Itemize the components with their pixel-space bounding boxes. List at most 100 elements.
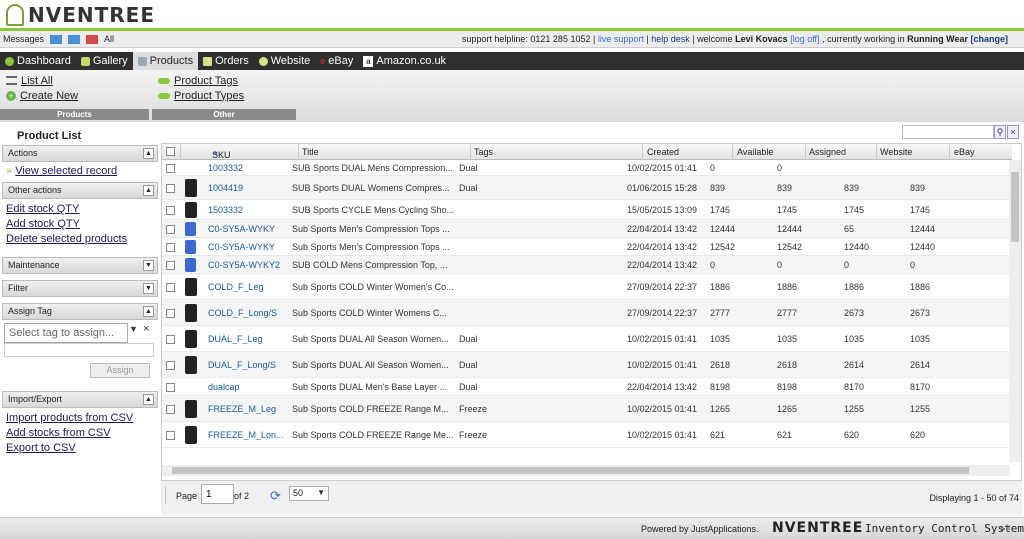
column-available[interactable]: Available — [737, 147, 773, 157]
collapse-icon[interactable]: ▲ — [143, 394, 154, 405]
sku-link[interactable]: C0-SY5A-WYKY2 — [208, 260, 290, 270]
product-types-link[interactable]: Product Types — [158, 88, 290, 103]
row-checkbox[interactable] — [166, 261, 175, 270]
row-checkbox[interactable] — [166, 309, 175, 318]
page-input[interactable] — [201, 484, 234, 504]
add-stock-link[interactable]: Add stock QTY — [6, 217, 154, 232]
sku-link[interactable]: DUAL_F_Long/S — [208, 360, 290, 370]
tab-orders[interactable]: Orders — [198, 52, 254, 70]
actions-header[interactable]: Actions ▲ — [2, 145, 158, 162]
delete-products-link[interactable]: Delete selected products — [6, 232, 154, 247]
create-new-link[interactable]: + Create New — [6, 88, 143, 103]
column-ebay[interactable]: eBay — [954, 147, 975, 157]
table-row[interactable]: C0-SY5A-WYKY Sub Sports Men's Compression… — [162, 220, 1012, 238]
vertical-scrollbar[interactable] — [1009, 160, 1021, 462]
tag-select[interactable]: Select tag to assign... — [4, 323, 128, 343]
table-row[interactable]: COLD_F_Leg Sub Sports COLD Winter Women's… — [162, 274, 1012, 300]
sku-link[interactable]: COLD_F_Leg — [208, 282, 290, 292]
import-csv-link[interactable]: Import products from CSV — [6, 411, 154, 426]
table-row[interactable]: 1003332 SUB Sports DUAL Mens Compression.… — [162, 160, 1012, 176]
table-row[interactable]: FREEZE_M_Leg Sub Sports COLD FREEZE Range… — [162, 396, 1012, 422]
table-row[interactable]: 1503332 SUB Sports CYCLE Mens Cycling Sho… — [162, 200, 1012, 220]
view-selected-link[interactable]: View selected record — [15, 165, 117, 177]
row-checkbox[interactable] — [166, 431, 175, 440]
table-row[interactable]: DUAL_F_Long/S Sub Sports DUAL All Season … — [162, 352, 1012, 378]
tab-gallery[interactable]: Gallery — [76, 52, 133, 70]
sku-link[interactable]: 1503332 — [208, 205, 290, 215]
table-row[interactable]: COLD_F_Long/S Sub Sports COLD Winter Wome… — [162, 300, 1012, 326]
messages-all-link[interactable]: All — [104, 31, 114, 48]
alert-icon[interactable] — [86, 35, 99, 44]
row-checkbox[interactable] — [166, 383, 175, 392]
live-support-link[interactable]: live support — [598, 34, 644, 44]
horizontal-scrollbar[interactable] — [162, 465, 1010, 476]
tab-website[interactable]: Website — [254, 52, 316, 70]
row-checkbox[interactable] — [166, 405, 175, 414]
assign-tag-header[interactable]: Assign Tag ▲ — [2, 303, 158, 320]
search-icon[interactable]: ⚲ — [994, 125, 1006, 139]
maintenance-header[interactable]: Maintenance ▼ — [2, 257, 158, 274]
welcome-text: | welcome — [692, 34, 733, 44]
sku-link[interactable]: C0-SY5A-WYKY — [208, 242, 290, 252]
import-export-header[interactable]: Import/Export ▲ — [2, 391, 158, 408]
tab-products[interactable]: Products — [132, 52, 199, 70]
sku-link[interactable]: 1003332 — [208, 163, 290, 173]
column-assigned[interactable]: Assigned — [809, 147, 846, 157]
other-actions-header[interactable]: Other actions ▲ — [2, 182, 158, 199]
search-input[interactable] — [902, 125, 994, 139]
row-checkbox[interactable] — [166, 164, 175, 173]
page-size-select[interactable]: 50 ▼ — [289, 486, 329, 501]
change-shop-link[interactable]: [change] — [970, 34, 1008, 44]
logoff-link[interactable]: [log off] — [790, 34, 819, 44]
assign-button[interactable]: Assign — [90, 363, 150, 378]
row-checkbox[interactable] — [166, 335, 175, 344]
footer-nav[interactable]: > ! — [1000, 524, 1010, 534]
filter-header[interactable]: Filter ▼ — [2, 280, 158, 297]
tab-amazon[interactable]: a Amazon.co.uk — [358, 52, 451, 70]
list-all-link[interactable]: List All — [6, 73, 143, 88]
row-checkbox[interactable] — [166, 206, 175, 215]
tab-ebay[interactable]: e eBay — [315, 52, 358, 70]
close-icon[interactable]: × — [143, 323, 149, 335]
row-checkbox[interactable] — [166, 184, 175, 193]
column-title[interactable]: Title — [302, 147, 319, 157]
table-row[interactable]: dualcap Sub Sports DUAL Men's Base Layer … — [162, 378, 1012, 396]
column-created[interactable]: Created — [647, 147, 679, 157]
tab-dashboard[interactable]: Dashboard — [0, 52, 76, 70]
sku-link[interactable]: COLD_F_Long/S — [208, 308, 290, 318]
row-checkbox[interactable] — [166, 283, 175, 292]
edit-stock-link[interactable]: Edit stock QTY — [6, 202, 154, 217]
sku-link[interactable]: DUAL_F_Leg — [208, 334, 290, 344]
add-stocks-csv-link[interactable]: Add stocks from CSV — [6, 426, 154, 441]
row-checkbox[interactable] — [166, 243, 175, 252]
sku-link[interactable]: FREEZE_M_Lon... — [208, 430, 290, 440]
help-desk-link[interactable]: help desk — [651, 34, 690, 44]
refresh-icon[interactable]: ⟳ — [270, 488, 281, 504]
mail-icon[interactable] — [50, 35, 63, 44]
product-tags-link[interactable]: Product Tags — [158, 73, 290, 88]
select-all-checkbox[interactable] — [166, 147, 175, 156]
sku-link[interactable]: FREEZE_M_Leg — [208, 404, 290, 414]
expand-icon[interactable]: ▼ — [143, 283, 154, 294]
collapse-icon[interactable]: ▲ — [143, 148, 154, 159]
export-csv-link[interactable]: Export to CSV — [6, 441, 154, 456]
column-tags[interactable]: Tags — [474, 147, 493, 157]
expand-icon[interactable]: ▼ — [143, 260, 154, 271]
clear-search-icon[interactable]: × — [1007, 125, 1019, 139]
column-website[interactable]: Website — [880, 147, 912, 157]
table-row[interactable]: 1004419 SUB Sports DUAL Womens Compres...… — [162, 176, 1012, 200]
table-row[interactable]: FREEZE_M_Lon... Sub Sports COLD FREEZE Ra… — [162, 422, 1012, 448]
collapse-icon[interactable]: ▲ — [143, 185, 154, 196]
product-thumbnail — [185, 426, 197, 444]
dropdown-icon[interactable]: ▼ — [129, 324, 138, 334]
table-row[interactable]: DUAL_F_Leg Sub Sports DUAL All Season Wom… — [162, 326, 1012, 352]
sku-link[interactable]: dualcap — [208, 382, 290, 392]
table-row[interactable]: C0-SY5A-WYKY Sub Sports Men's Compression… — [162, 238, 1012, 256]
sku-link[interactable]: 1004419 — [208, 183, 290, 193]
row-checkbox[interactable] — [166, 361, 175, 370]
inbox-icon[interactable] — [68, 35, 81, 44]
collapse-icon[interactable]: ▲ — [143, 306, 154, 317]
row-checkbox[interactable] — [166, 225, 175, 234]
table-row[interactable]: C0-SY5A-WYKY2 SUB COLD Mens Compression T… — [162, 256, 1012, 274]
sku-link[interactable]: C0-SY5A-WYKY — [208, 224, 290, 234]
